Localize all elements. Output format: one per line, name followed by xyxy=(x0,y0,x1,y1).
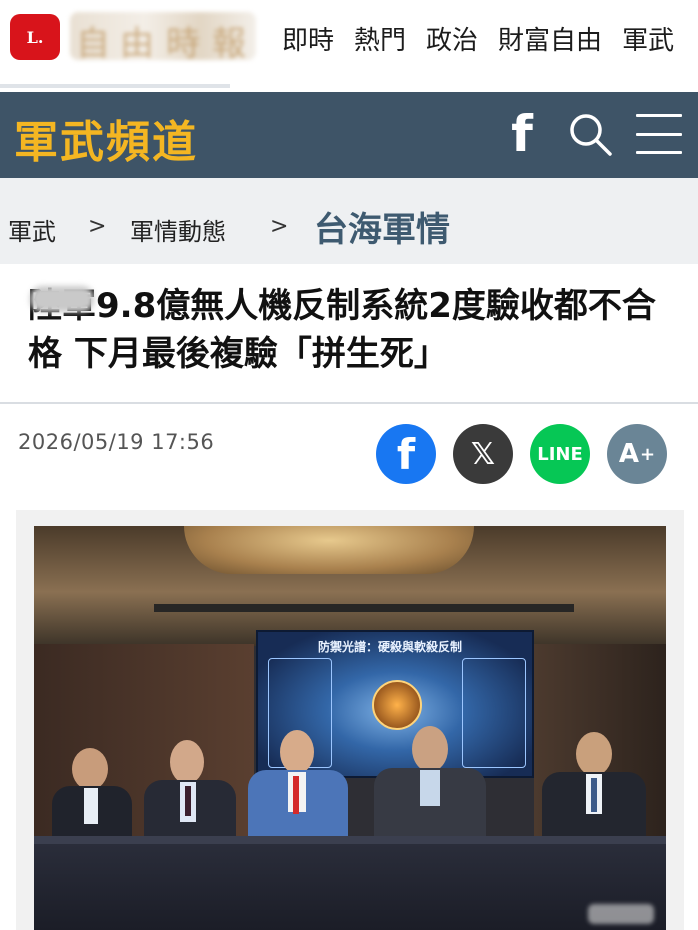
top-navigation: L. 自 由 時 報 即時 熱門 政治 財富自由 軍武 xyxy=(0,0,698,84)
breadcrumb-separator: > xyxy=(270,214,289,239)
photo-watermark-blur xyxy=(588,904,654,924)
share-facebook-button[interactable]: f xyxy=(376,424,436,484)
article-photo[interactable]: 防禦光譜：硬殺與軟殺反制 xyxy=(34,526,666,930)
nav-item-politics[interactable]: 政治 xyxy=(426,20,478,57)
presenter-tie xyxy=(591,778,597,812)
breadcrumb: 軍武 > 軍情動態 > 台海軍情 xyxy=(0,178,698,264)
article-headline: 陸軍9.8億無人機反制系統2度驗收都不合格 下月最後複驗「拼生死」 xyxy=(28,286,656,374)
presenter-head xyxy=(170,740,204,784)
font-size-plus: + xyxy=(640,443,656,465)
menu-line xyxy=(636,132,682,136)
screen-title: 防禦光譜：硬殺與軟殺反制 xyxy=(318,640,463,654)
brand-char: 時 xyxy=(166,24,200,64)
nav-scroll-indicator xyxy=(0,84,230,88)
channel-header: 軍武頻道 f xyxy=(0,92,698,178)
breadcrumb-separator: > xyxy=(88,214,107,239)
conference-table xyxy=(34,844,666,930)
photo-light-rig xyxy=(154,604,574,612)
line-icon: LINE xyxy=(537,443,583,465)
app-logo[interactable]: L. xyxy=(10,14,60,60)
presenter-head xyxy=(576,732,612,776)
breadcrumb-item-news[interactable]: 軍情動態 xyxy=(130,212,226,247)
photo-chandelier xyxy=(184,526,474,574)
search-icon[interactable] xyxy=(566,110,614,158)
facebook-icon: f xyxy=(396,429,416,479)
nav-item-popular[interactable]: 熱門 xyxy=(354,20,406,57)
channel-title[interactable]: 軍武頻道 xyxy=(14,106,198,170)
presenter-head xyxy=(280,730,314,774)
breadcrumb-item-taiwan-strait[interactable]: 台海軍情 xyxy=(314,202,450,251)
facebook-icon[interactable]: f xyxy=(502,108,542,160)
hamburger-menu-icon[interactable] xyxy=(636,114,682,154)
font-size-icon: A xyxy=(618,439,640,469)
nav-item-military[interactable]: 軍武 xyxy=(622,20,674,57)
menu-line xyxy=(636,151,682,154)
share-x-button[interactable]: 𝕏 xyxy=(453,424,513,484)
presenter-shirt xyxy=(84,788,98,824)
font-size-button[interactable]: A + xyxy=(607,424,667,484)
redaction-blur xyxy=(30,286,94,312)
share-line-button[interactable]: LINE xyxy=(530,424,590,484)
brand-logo-blurred[interactable]: 自 由 時 報 xyxy=(70,12,256,64)
app-logo-text: L. xyxy=(26,27,44,47)
publish-date: 2026/05/19 17:56 xyxy=(18,430,215,454)
article-meta: 2026/05/19 17:56 f 𝕏 LINE A + xyxy=(0,404,698,508)
screen-core-graphic xyxy=(372,680,422,730)
x-icon: 𝕏 xyxy=(470,436,496,472)
brand-char: 報 xyxy=(212,24,246,64)
presenter-tie xyxy=(293,776,299,814)
brand-char: 由 xyxy=(120,24,154,64)
headline-section: 陸軍9.8億無人機反制系統2度驗收都不合格 下月最後複驗「拼生死」 xyxy=(0,268,698,404)
nav-item-wealth[interactable]: 財富自由 xyxy=(498,20,602,57)
nav-menu: 即時 熱門 政治 財富自由 軍武 xyxy=(282,20,674,57)
brand-char: 自 xyxy=(76,24,110,64)
presenter-head xyxy=(412,726,448,772)
presenter-head xyxy=(72,748,108,790)
menu-line xyxy=(636,114,682,117)
article-photo-card: 防禦光譜：硬殺與軟殺反制 xyxy=(16,510,684,930)
screen-panel xyxy=(462,658,526,768)
breadcrumb-item-military[interactable]: 軍武 xyxy=(8,212,56,247)
nav-item-instant[interactable]: 即時 xyxy=(282,20,334,57)
presenter-tie xyxy=(185,786,191,816)
presenter-shirt xyxy=(420,770,440,806)
